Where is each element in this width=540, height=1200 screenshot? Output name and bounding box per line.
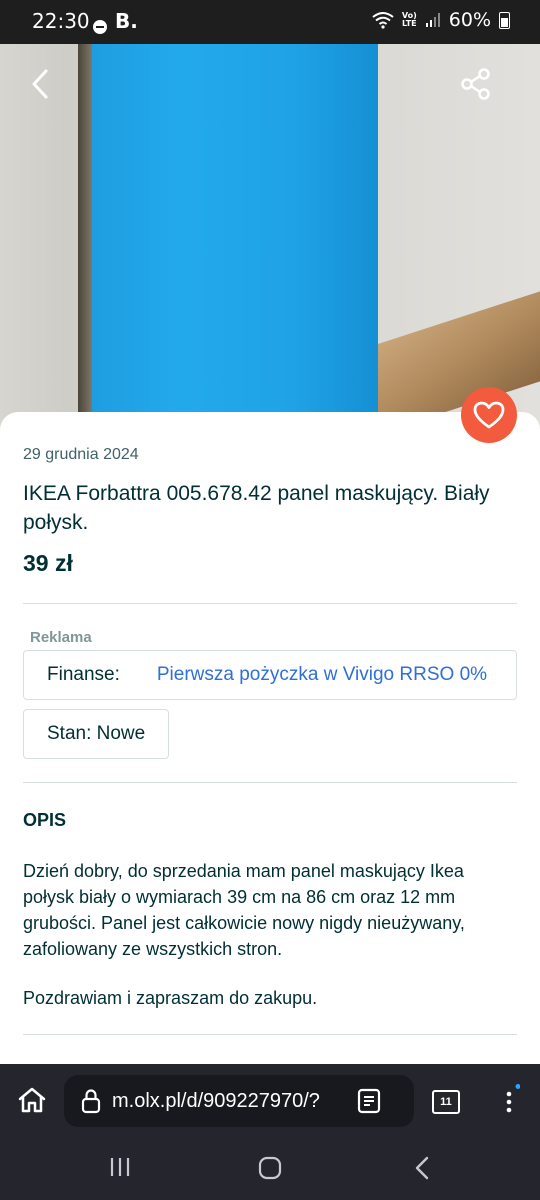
- more-menu-button[interactable]: [490, 1082, 530, 1122]
- back-nav-icon: [415, 1156, 429, 1180]
- reader-mode-icon: [357, 1088, 381, 1114]
- do-not-disturb-icon: [93, 20, 107, 34]
- listing-price: 39 zł: [23, 550, 73, 576]
- url-text: m.olx.pl/d/909227970/?: [112, 1089, 320, 1112]
- battery-percent: 60%: [448, 9, 491, 31]
- divider: [23, 782, 517, 783]
- ad-key: Finanse:: [47, 664, 120, 685]
- listing-date: 29 grudnia 2024: [23, 446, 139, 463]
- recent-apps-button[interactable]: [108, 1156, 132, 1183]
- favorite-button[interactable]: [461, 387, 517, 443]
- condition-tag: Stan: Nowe: [23, 709, 170, 759]
- reader-mode-button[interactable]: [357, 1088, 381, 1114]
- more-menu-icon: [506, 1084, 520, 1113]
- status-indicators: Vo) LTE 60%: [372, 9, 510, 31]
- back-nav-button[interactable]: [412, 1156, 432, 1185]
- home-icon: [18, 1087, 46, 1113]
- divider: [23, 1034, 517, 1035]
- wifi-icon: [372, 12, 394, 29]
- share-icon: [461, 68, 490, 100]
- ad-link[interactable]: Pierwsza pożyczka w Vivigo RRSO 0%: [157, 664, 487, 686]
- description-heading: OPIS: [23, 810, 67, 830]
- share-button[interactable]: [452, 60, 500, 108]
- home-nav-button[interactable]: [258, 1156, 282, 1185]
- ad-banner[interactable]: Finanse: Pierwsza pożyczka w Vivigo RRSO…: [23, 650, 517, 700]
- volte-bottom: LTE: [401, 19, 417, 28]
- battery-icon: [499, 11, 510, 29]
- home-nav-icon: [258, 1156, 282, 1180]
- tabs-button[interactable]: 11: [432, 1090, 460, 1114]
- status-time: 22:30: [32, 9, 90, 33]
- volte-indicator: Vo) LTE: [402, 12, 417, 28]
- address-bar[interactable]: m.olx.pl/d/909227970/?: [64, 1075, 414, 1127]
- listing-title: IKEA Forbattra 005.678.42 panel maskując…: [23, 482, 490, 534]
- lock-icon: [81, 1089, 101, 1114]
- signal-icon: [425, 13, 440, 27]
- divider: [23, 603, 517, 604]
- photo-blue-panel: [92, 44, 378, 434]
- description-closing: Pozdrawiam i zapraszam do zakupu.: [23, 988, 318, 1008]
- back-button[interactable]: [16, 60, 64, 108]
- recent-apps-icon: [110, 1158, 130, 1176]
- back-arrow-icon: [32, 69, 48, 99]
- ad-label: Reklama: [30, 629, 92, 646]
- description-text: Dzień dobry, do sprzedania mam panel mas…: [23, 861, 465, 959]
- status-bar: 22:30 B. Vo) LTE 60%: [0, 0, 540, 44]
- home-button[interactable]: [14, 1082, 50, 1118]
- heart-icon: [473, 401, 505, 429]
- listing-photo[interactable]: [0, 44, 540, 434]
- carrier-badge: B.: [115, 9, 138, 33]
